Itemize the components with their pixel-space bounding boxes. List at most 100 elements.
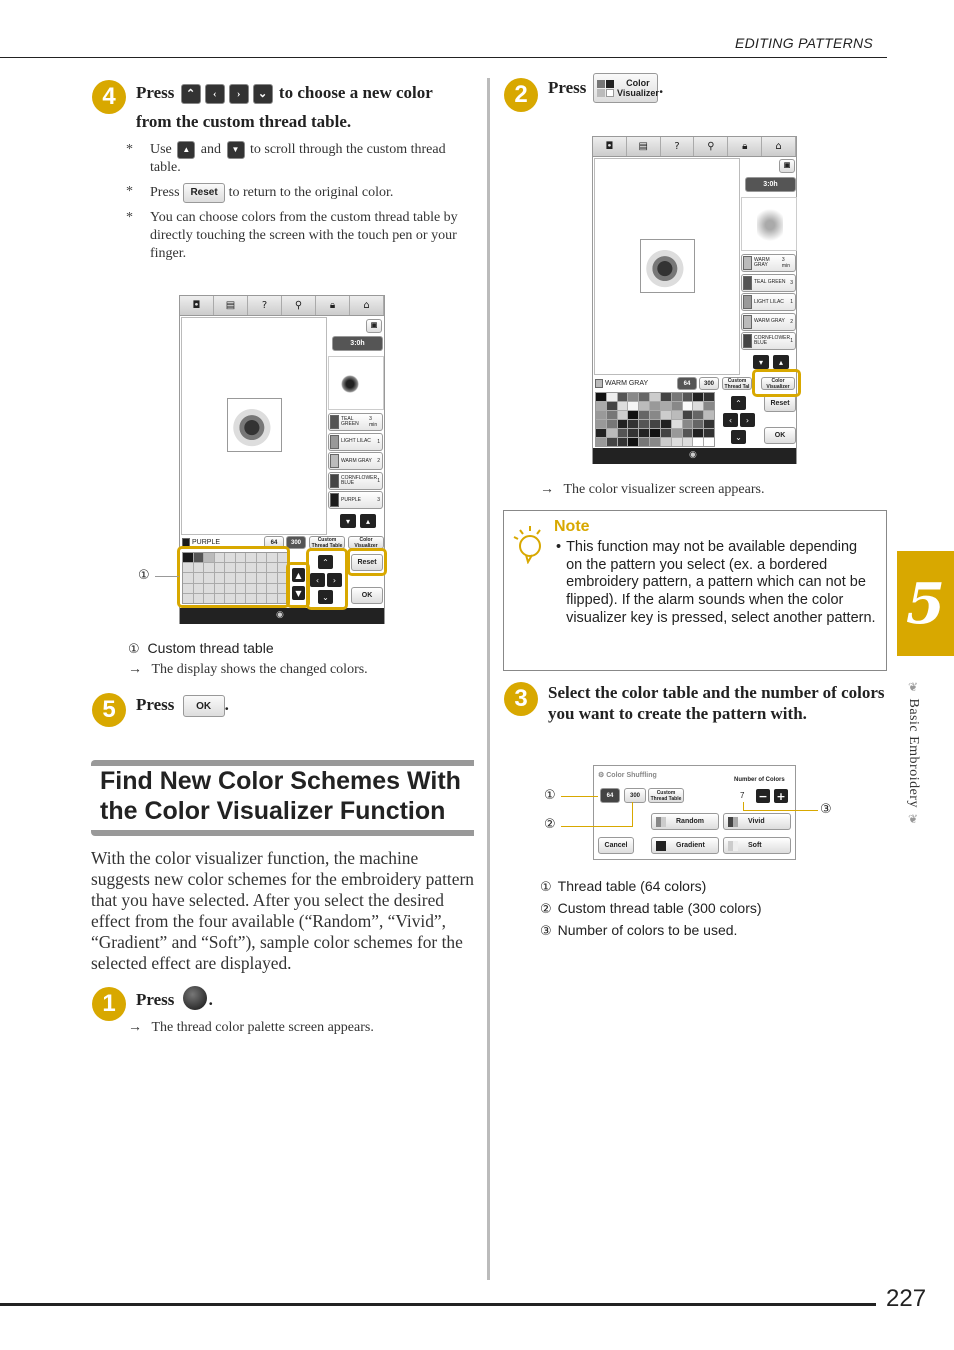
- presser-foot-icon[interactable]: ⚲: [694, 137, 729, 156]
- nav-right-button[interactable]: ›: [740, 413, 755, 427]
- palette-cell[interactable]: [606, 438, 617, 446]
- ok-button[interactable]: OK: [764, 427, 796, 444]
- palette-cell[interactable]: [671, 411, 682, 419]
- palette-cell[interactable]: [660, 429, 671, 437]
- lock-icon[interactable]: 🔒︎: [728, 137, 763, 156]
- thread-list-item[interactable]: CORNFLOWER BLUE 1: [328, 471, 383, 490]
- preview-icon[interactable]: ▣: [366, 319, 382, 333]
- palette-cell[interactable]: [693, 411, 704, 419]
- palette-cell[interactable]: [682, 429, 693, 437]
- palette-cell[interactable]: [682, 402, 693, 410]
- palette-cell[interactable]: [682, 420, 693, 428]
- thread-list-item[interactable]: WARM GRAY 2: [741, 312, 796, 331]
- palette-cell[interactable]: [682, 438, 693, 446]
- palette-cell[interactable]: [639, 393, 650, 401]
- thread-list-item[interactable]: CORNFLOWER BLUE 1: [741, 332, 796, 350]
- help-icon[interactable]: ?: [248, 296, 282, 315]
- palette-cell[interactable]: [660, 438, 671, 446]
- palette-cell[interactable]: [671, 393, 682, 401]
- chapter-tab[interactable]: 5: [897, 551, 954, 656]
- palette-cell[interactable]: [639, 411, 650, 419]
- palette-cell[interactable]: [628, 438, 639, 446]
- thread-table-300-button[interactable]: 300: [699, 377, 719, 390]
- palette-cell[interactable]: [660, 393, 671, 401]
- lock-icon[interactable]: 🔒︎: [316, 296, 350, 315]
- effect-gradient-button[interactable]: Gradient: [651, 837, 719, 854]
- palette-cell[interactable]: [650, 393, 660, 401]
- palette-cell[interactable]: [628, 420, 639, 428]
- cancel-button[interactable]: Cancel: [598, 837, 634, 854]
- increase-colors-button[interactable]: +: [774, 789, 788, 803]
- palette-cell[interactable]: [693, 393, 704, 401]
- palette-cell[interactable]: [660, 420, 671, 428]
- nav-left-button[interactable]: ‹: [723, 413, 738, 427]
- palette-cell[interactable]: [650, 429, 660, 437]
- palette-cell[interactable]: [660, 402, 671, 410]
- effect-random-button[interactable]: Random: [651, 813, 719, 830]
- palette-cell[interactable]: [617, 420, 628, 428]
- palette-cell[interactable]: [671, 438, 682, 446]
- palette-cell[interactable]: [596, 402, 606, 410]
- palette-cell[interactable]: [617, 402, 628, 410]
- nav-up-button[interactable]: ⌃: [731, 396, 746, 410]
- thread-scroll-down[interactable]: ▾: [753, 355, 769, 369]
- reset-button[interactable]: Reset: [764, 395, 796, 412]
- palette-cell[interactable]: [596, 429, 606, 437]
- palette-cell[interactable]: [617, 393, 628, 401]
- thread-list-item[interactable]: LIGHT LILAC 1: [328, 432, 383, 451]
- palette-cell[interactable]: [606, 393, 617, 401]
- palette-cell[interactable]: [671, 429, 682, 437]
- palette-cell[interactable]: [617, 429, 628, 437]
- palette-cell[interactable]: [693, 438, 704, 446]
- palette-cell[interactable]: [704, 438, 714, 446]
- thread-list-item[interactable]: WARM GRAY 3 min: [741, 254, 796, 272]
- thread-table-64-button[interactable]: 64: [600, 788, 620, 803]
- palette-cell[interactable]: [639, 420, 650, 428]
- palette-cell[interactable]: [704, 402, 714, 410]
- palette-cell[interactable]: [639, 402, 650, 410]
- palette-cell[interactable]: [682, 411, 693, 419]
- palette-cell[interactable]: [671, 402, 682, 410]
- thread-table-grid[interactable]: [595, 392, 715, 447]
- palette-cell[interactable]: [660, 411, 671, 419]
- thread-table-64-button[interactable]: 64: [677, 377, 697, 390]
- ok-button[interactable]: OK: [351, 587, 383, 604]
- thread-list-item[interactable]: PURPLE 3: [328, 491, 383, 509]
- palette-cell[interactable]: [693, 402, 704, 410]
- effect-soft-button[interactable]: Soft: [723, 837, 791, 854]
- custom-thread-table-button[interactable]: Custom Thread Table: [648, 788, 684, 803]
- home-icon[interactable]: ⌂: [350, 296, 384, 315]
- palette-cell[interactable]: [617, 438, 628, 446]
- palette-cell[interactable]: [671, 420, 682, 428]
- palette-cell[interactable]: [704, 420, 714, 428]
- effect-vivid-button[interactable]: Vivid: [723, 813, 791, 830]
- palette-cell[interactable]: [596, 438, 606, 446]
- palette-cell[interactable]: [596, 420, 606, 428]
- palette-cell[interactable]: [628, 411, 639, 419]
- home-icon[interactable]: ⌂: [762, 137, 796, 156]
- help-icon[interactable]: ?: [661, 137, 695, 156]
- palette-cell[interactable]: [628, 393, 639, 401]
- document-icon[interactable]: ▤: [214, 296, 248, 315]
- thread-list-item[interactable]: TEAL GREEN 3: [741, 273, 796, 292]
- palette-cell[interactable]: [650, 411, 660, 419]
- palette-cell[interactable]: [682, 393, 693, 401]
- decrease-colors-button[interactable]: −: [756, 789, 770, 803]
- palette-cell[interactable]: [628, 402, 639, 410]
- palette-cell[interactable]: [606, 411, 617, 419]
- palette-cell[interactable]: [606, 429, 617, 437]
- presser-foot-icon[interactable]: ⚲: [282, 296, 316, 315]
- palette-cell[interactable]: [693, 420, 704, 428]
- thread-list-item[interactable]: TEAL GREEN 3 min: [328, 413, 383, 431]
- custom-thread-table-button[interactable]: Custom Thread Tal: [722, 377, 752, 390]
- palette-cell[interactable]: [596, 393, 606, 401]
- palette-cell[interactable]: [693, 429, 704, 437]
- thread-list-item[interactable]: LIGHT LILAC 1: [741, 293, 796, 311]
- thread-scroll-up[interactable]: ▴: [773, 355, 789, 369]
- thread-scroll-down[interactable]: ▾: [340, 514, 356, 528]
- palette-cell[interactable]: [704, 429, 714, 437]
- document-icon[interactable]: ▤: [627, 137, 661, 156]
- palette-cell[interactable]: [639, 438, 650, 446]
- thread-list-item[interactable]: WARM GRAY 2: [328, 452, 383, 470]
- thread-scroll-up[interactable]: ▴: [360, 514, 376, 528]
